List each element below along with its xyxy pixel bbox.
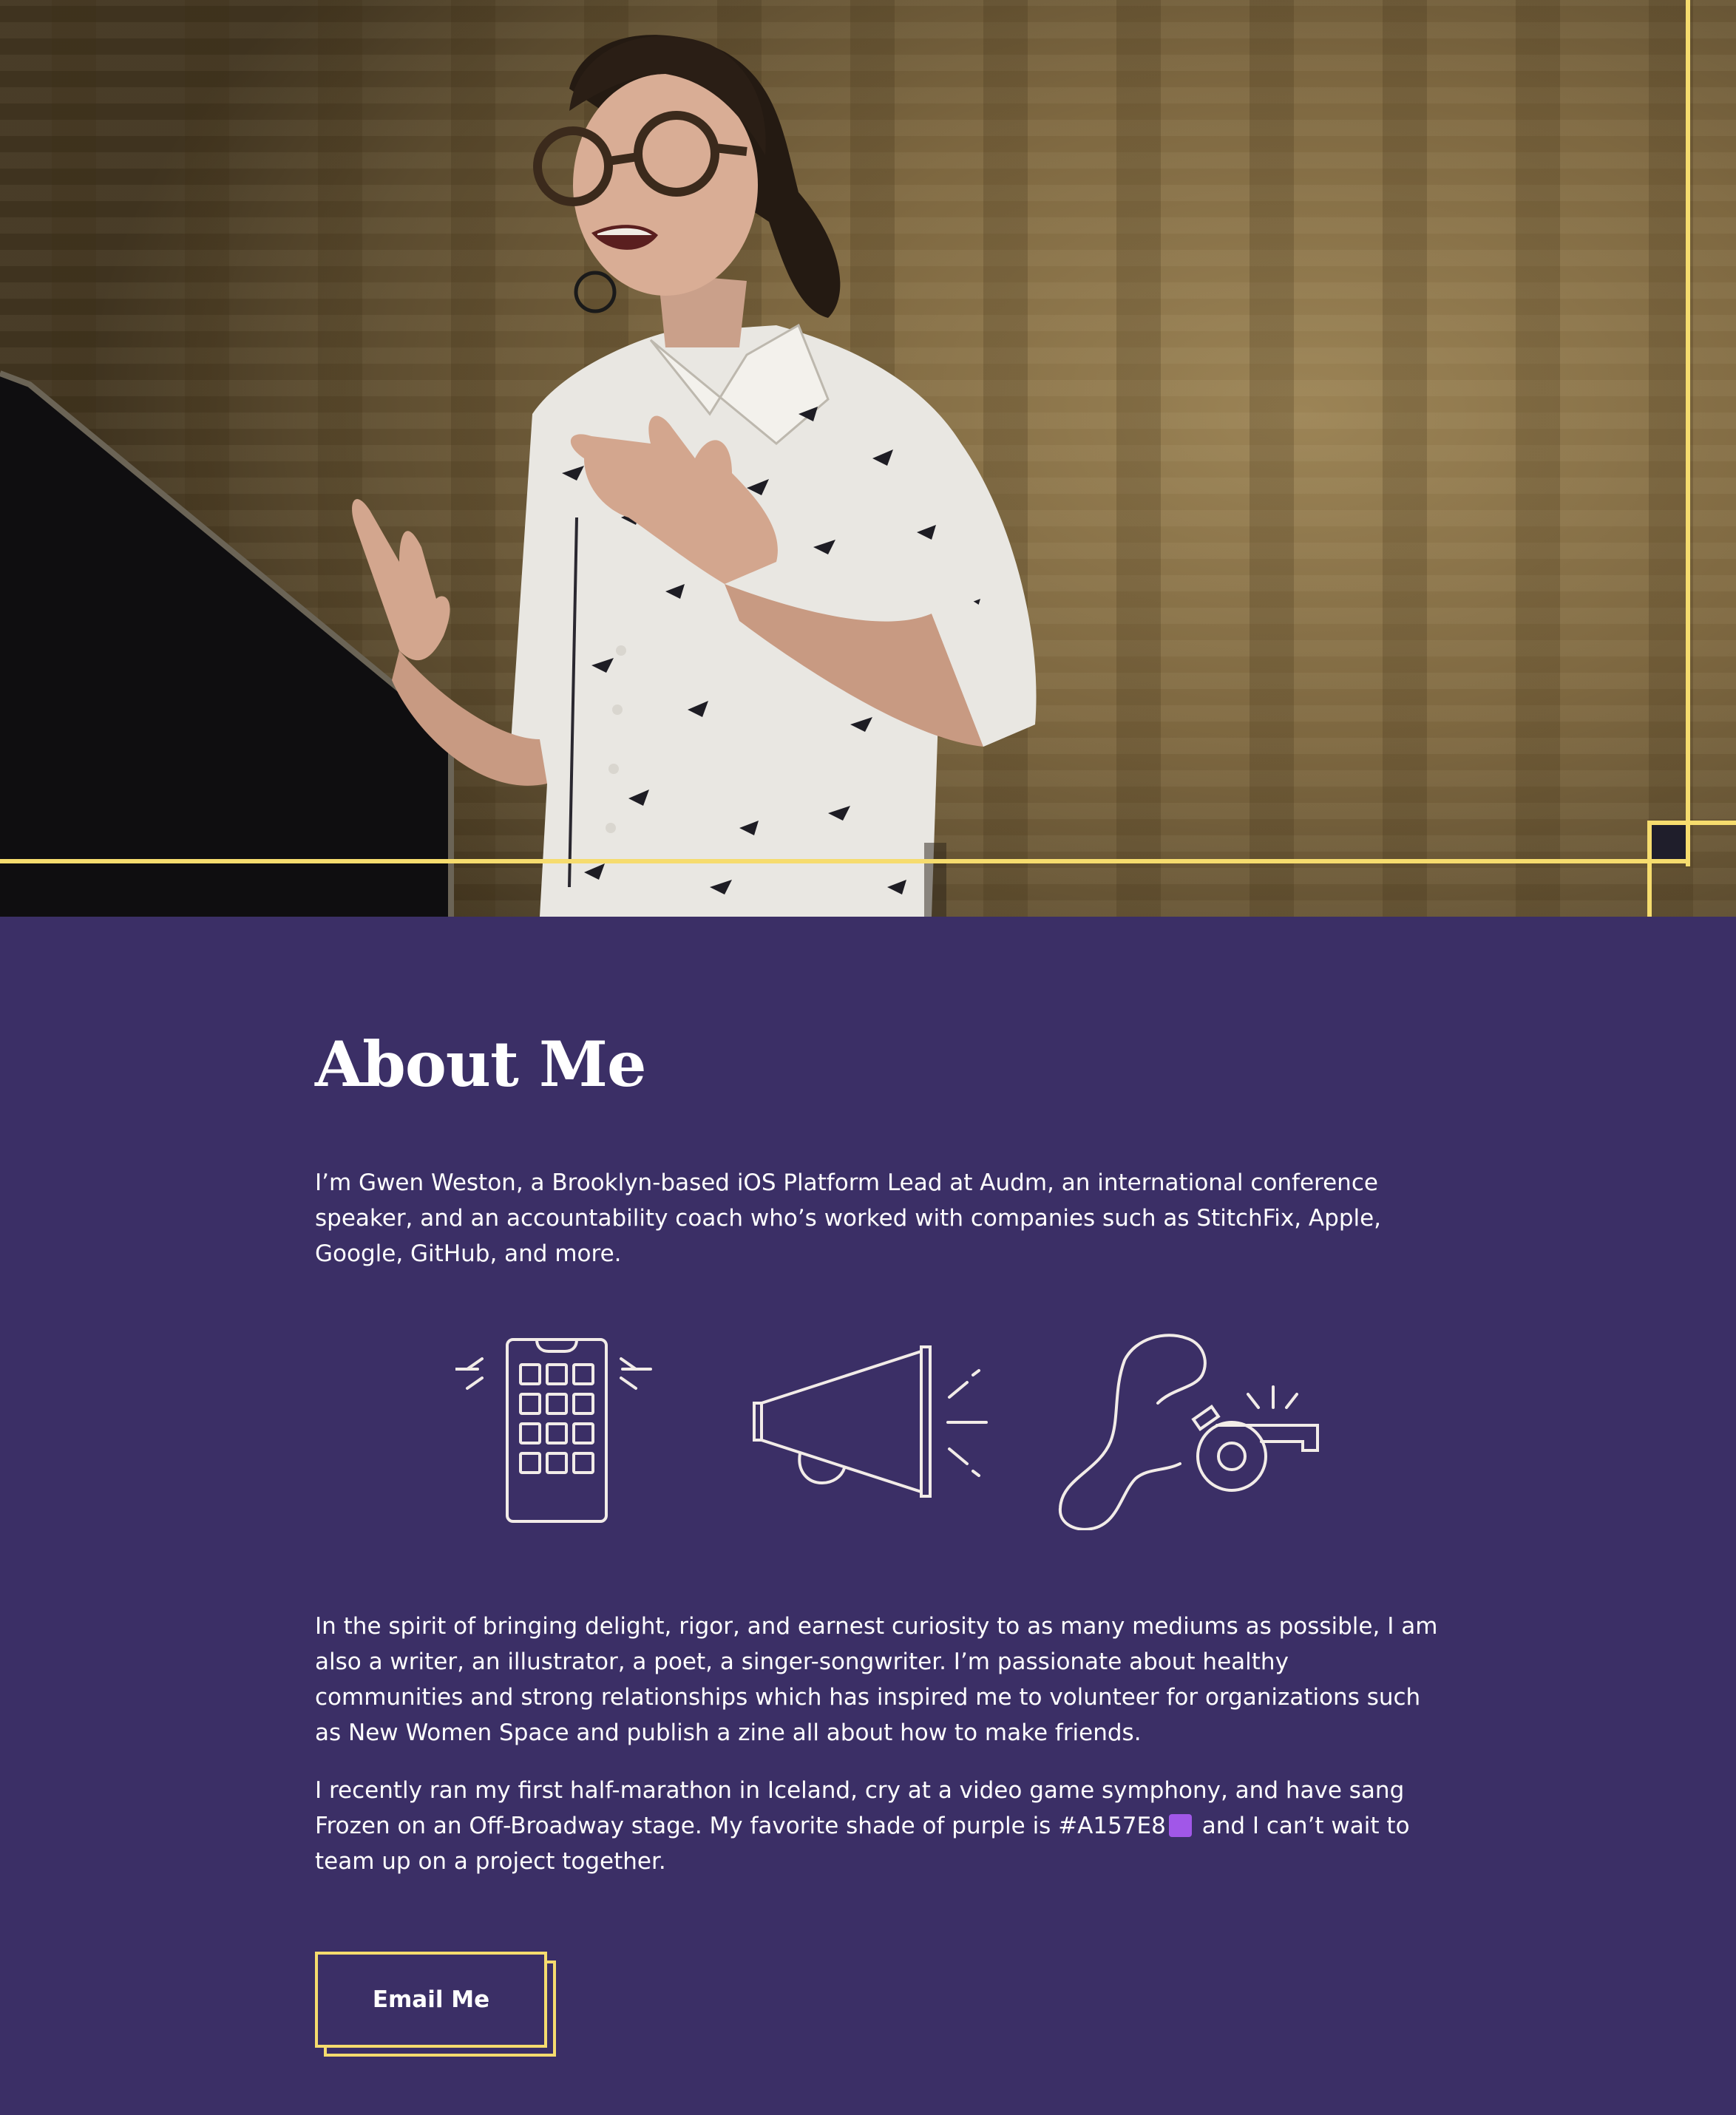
bio-paragraph: In the spirit of bringing delight, rigor…: [315, 1613, 1438, 1746]
whistle-icon: [1058, 1334, 1319, 1530]
intro-paragraph: I’m Gwen Weston, a Brooklyn-based iOS Pl…: [315, 1169, 1382, 1267]
purple-swatch: [1168, 1814, 1192, 1837]
icon-row: [315, 1331, 1439, 1530]
section-title: About Me: [315, 1028, 646, 1101]
megaphone-icon: [753, 1345, 988, 1498]
email-me-button[interactable]: Email Me: [315, 1952, 547, 2048]
page: About Me I’m Gwen Weston, a Brooklyn-bas…: [0, 0, 1736, 2115]
fun-facts-paragraph: I recently ran my first half-marathon in…: [315, 1773, 1439, 1879]
gold-frame-horizontal: [0, 859, 1690, 863]
speaker-photo: [0, 35, 1037, 917]
phone-icon: [455, 1338, 652, 1523]
gold-frame-vertical: [1686, 0, 1690, 866]
hero-photo: [0, 0, 1736, 917]
corner-square-decoration: [1652, 825, 1686, 859]
email-button-wrap: Email Me: [315, 1952, 559, 2059]
